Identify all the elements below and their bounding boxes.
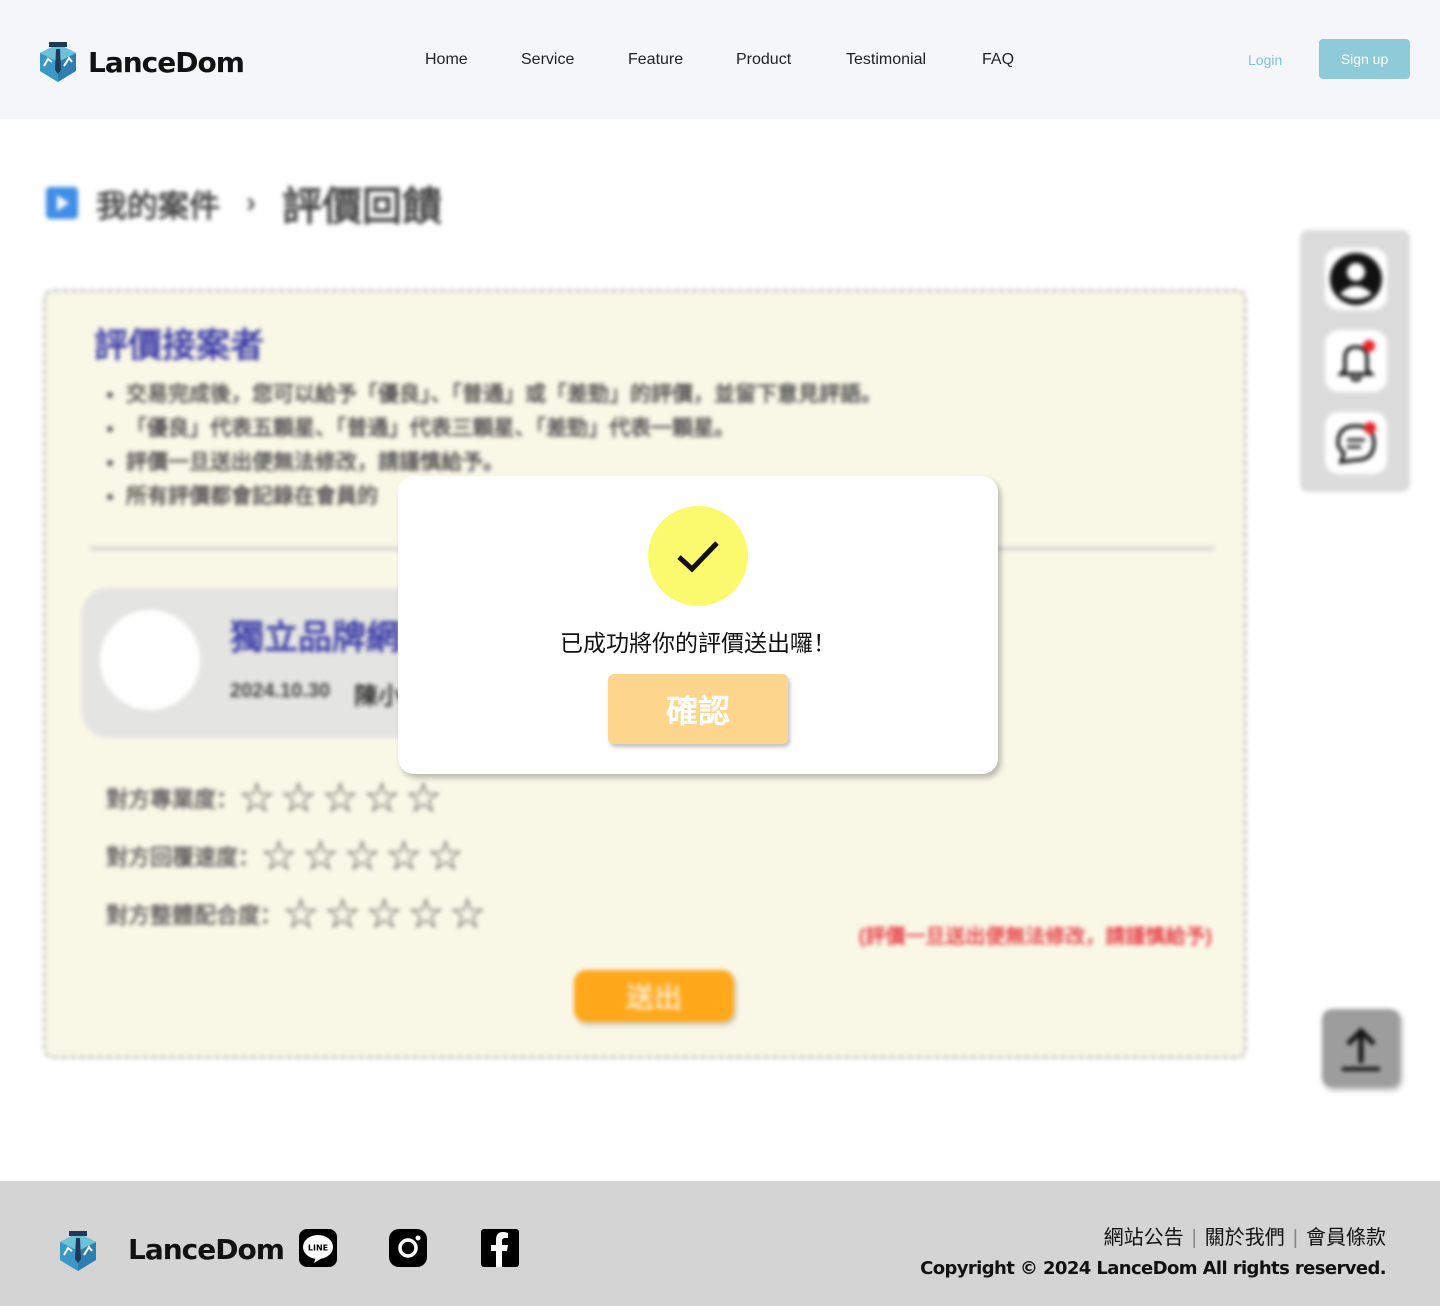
check-icon xyxy=(677,541,719,573)
svg-text:LINE: LINE xyxy=(308,1244,328,1253)
nav-product[interactable]: Product xyxy=(736,50,791,70)
nav-testimonial[interactable]: Testimonial xyxy=(846,50,926,70)
breadcrumb: 我的案件 › 評價回饋 xyxy=(46,174,442,232)
notification-button[interactable] xyxy=(1325,330,1387,392)
facebook-icon xyxy=(481,1229,519,1267)
login-link[interactable]: Login xyxy=(1248,52,1282,68)
nav-faq[interactable]: FAQ xyxy=(982,50,1014,70)
nav-service[interactable]: Service xyxy=(521,50,574,70)
rating-label: 對方整體配合度： xyxy=(106,903,283,928)
rating-cooperation: 對方整體配合度： ☆☆☆☆☆ xyxy=(106,893,490,935)
announcement-link[interactable]: 網站公告 xyxy=(1104,1227,1184,1249)
star-rating-input[interactable]: ☆☆☆☆☆ xyxy=(238,777,446,819)
bell-icon xyxy=(1336,340,1376,382)
rating-professionalism: 對方專業度： ☆☆☆☆☆ xyxy=(106,777,446,819)
confirm-button[interactable]: 確認 xyxy=(608,674,788,744)
main-nav: Home Service Feature Product Testimonial… xyxy=(0,50,1440,70)
rating-label: 對方回覆速度： xyxy=(106,845,261,870)
rule-item: 「優良」代表五顆星、「普通」代表三顆星、「差勁」代表一顆星。 xyxy=(126,412,882,446)
breadcrumb-separator: › xyxy=(246,186,256,219)
play-icon xyxy=(46,187,78,219)
facebook-link[interactable] xyxy=(480,1228,520,1268)
submit-button[interactable]: 送出 xyxy=(574,970,734,1022)
arrow-up-icon xyxy=(1342,1027,1380,1071)
profile-button[interactable] xyxy=(1325,248,1387,310)
success-badge xyxy=(648,506,748,606)
line-link[interactable]: LINE xyxy=(298,1228,338,1268)
rule-item: 交易完成後，您可以給予「優良」、「普通」或「差勁」的評價，並留下意見評語。 xyxy=(126,378,882,412)
nav-home[interactable]: Home xyxy=(425,50,468,70)
message-button[interactable] xyxy=(1325,412,1387,474)
terms-link[interactable]: 會員條款 xyxy=(1306,1227,1386,1249)
case-title: 獨立品牌網 xyxy=(230,619,400,657)
link-separator: | xyxy=(1292,1227,1298,1249)
avatar xyxy=(100,610,200,710)
signup-button[interactable]: Sign up xyxy=(1319,39,1410,79)
instagram-link[interactable] xyxy=(388,1228,428,1268)
breadcrumb-parent[interactable]: 我的案件 xyxy=(96,181,220,226)
footer-links: 網站公告 | 關於我們 | 會員條款 xyxy=(1104,1221,1386,1250)
freelancer-name: 陳小 xyxy=(354,683,402,710)
case-date: 2024.10.30 xyxy=(230,680,331,702)
logo-icon xyxy=(60,1231,96,1271)
about-link[interactable]: 關於我們 xyxy=(1205,1227,1285,1249)
user-icon xyxy=(1330,253,1382,305)
site-header: LanceDom Home Service Feature Product Te… xyxy=(0,0,1440,119)
star-rating-input[interactable]: ☆☆☆☆☆ xyxy=(282,893,490,935)
rating-response-speed: 對方回覆速度： ☆☆☆☆☆ xyxy=(106,835,468,877)
side-toolbar xyxy=(1300,230,1410,492)
rule-item: 評價一旦送出便無法修改，請謹慎給予。 xyxy=(126,446,882,480)
footer-logo[interactable] xyxy=(56,1229,100,1273)
back-to-top-button[interactable] xyxy=(1322,1009,1400,1087)
nav-feature[interactable]: Feature xyxy=(628,50,683,70)
panel-title: 評價接案者 xyxy=(94,327,264,365)
success-dialog: 已成功將你的評價送出囉！ 確認 xyxy=(398,476,998,774)
breadcrumb-current: 評價回饋 xyxy=(282,185,442,229)
link-separator: | xyxy=(1191,1227,1197,1249)
star-rating-input[interactable]: ☆☆☆☆☆ xyxy=(260,835,468,877)
line-icon: LINE xyxy=(299,1229,337,1267)
copyright: Copyright © 2024 LanceDom All rights res… xyxy=(920,1258,1387,1279)
rating-label: 對方專業度： xyxy=(106,787,239,812)
chat-icon xyxy=(1336,422,1376,465)
instagram-icon xyxy=(389,1229,427,1267)
site-footer: LanceDom LINE 網站公告 | 關於我們 | 會員條款 Copyright ©… xyxy=(0,1181,1440,1306)
warning-text: (評價一旦送出便無法修改，請謹慎給予) xyxy=(858,926,1212,948)
footer-brand-name: LanceDom xyxy=(128,1233,285,1266)
dialog-message: 已成功將你的評價送出囉！ xyxy=(560,630,836,656)
